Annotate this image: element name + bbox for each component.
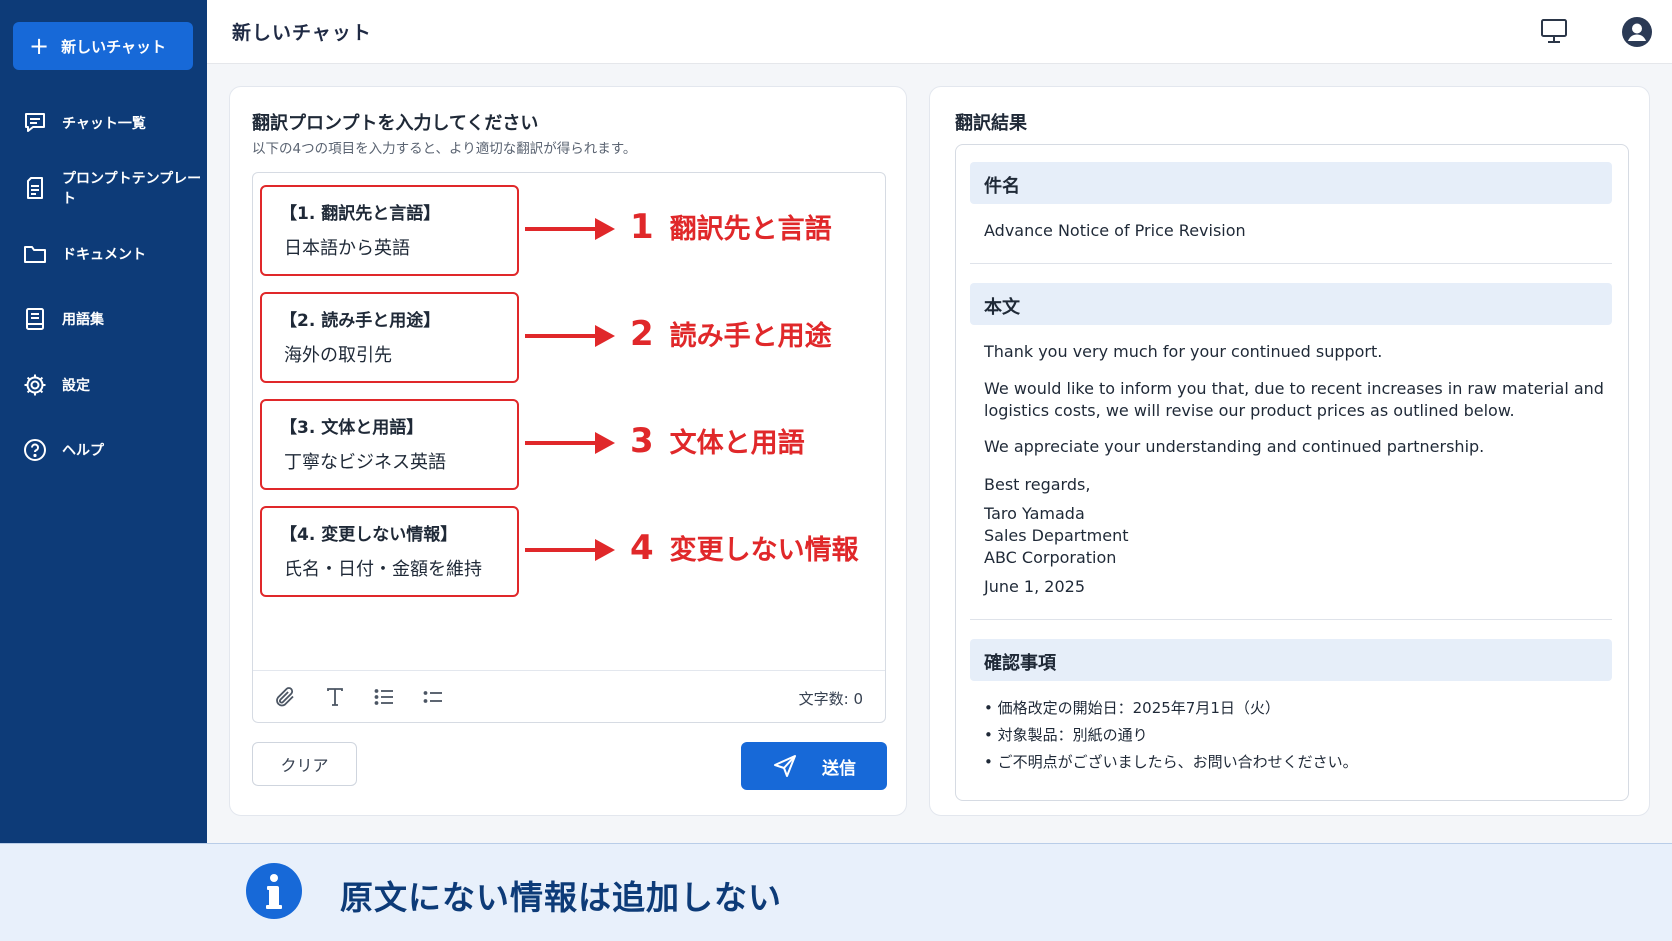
- prompt-item-heading: 【4. 変更しない情報】: [280, 525, 458, 545]
- info-icon: [246, 863, 302, 919]
- glossary-icon: [26, 308, 44, 331]
- send-button[interactable]: 送信: [741, 742, 887, 790]
- prompt-item-box: 【3. 文体と用語】 丁寧なビジネス英語: [260, 399, 519, 490]
- char-count: 文字数: 0: [798, 690, 863, 708]
- sidebar-item-label: プロンプトテンプレート: [62, 171, 202, 208]
- confirm-item: • 価格改定の開始日：2025年7月1日（火）: [984, 699, 1280, 717]
- body-paragraph: Thank you very much for your continued s…: [984, 342, 1383, 361]
- body-paragraph: We would like to inform you that, due to…: [984, 379, 1604, 420]
- monitor-icon[interactable]: [1539, 17, 1569, 45]
- result-panel: 翻訳結果 件名 Advance Notice of Price Revision…: [929, 86, 1650, 816]
- signature-company: ABC Corporation: [984, 548, 1117, 567]
- send-label: 送信: [822, 758, 856, 779]
- sidebar-nav: チャット一覧 プロンプトテンプレート ドキュメント 用語集 設定 ヘルプ: [0, 90, 207, 483]
- clear-button[interactable]: クリア: [252, 742, 357, 786]
- prompt-item-heading: 【1. 翻訳先と言語】: [280, 204, 441, 224]
- help-icon: [24, 439, 46, 462]
- prompt-panel: 翻訳プロンプトを入力してください 以下の4つの項目を入力すると、より適切な翻訳が…: [229, 86, 907, 816]
- gear-icon: [24, 374, 46, 396]
- prompt-item-heading: 【3. 文体と用語】: [280, 418, 424, 438]
- sidebar-item-label: 設定: [62, 377, 90, 394]
- sidebar-item-label: チャット一覧: [62, 115, 146, 132]
- prompt-panel-title: 翻訳プロンプトを入力してください: [252, 113, 539, 134]
- prompt-item-box: 【2. 読み手と用途】 海外の取引先: [260, 292, 519, 383]
- plus-icon: +: [29, 32, 50, 60]
- callout-text: 翻訳先と言語: [669, 214, 832, 245]
- sidebar-item-templates[interactable]: プロンプトテンプレート: [0, 156, 207, 222]
- subject-text: Advance Notice of Price Revision: [984, 221, 1246, 240]
- sidebar-item-label: ヘルプ: [62, 443, 104, 460]
- body-closing: Best regards,: [984, 475, 1091, 494]
- section-heading-body: 本文: [970, 283, 1612, 325]
- callout-text: 読み手と用途: [669, 321, 832, 352]
- prompt-item-heading: 【2. 読み手と用途】: [280, 311, 441, 331]
- signature-name: Taro Yamada: [984, 504, 1085, 523]
- info-banner: 原文にない情報は追加しない: [0, 843, 1672, 941]
- callout-number: 3: [630, 421, 654, 461]
- sidebar-item-documents[interactable]: ドキュメント: [0, 221, 207, 287]
- prompt-item-value: 海外の取引先: [284, 345, 392, 366]
- signature-dept: Sales Department: [984, 526, 1129, 545]
- result-panel-title: 翻訳結果: [955, 113, 1027, 134]
- template-icon: [27, 177, 43, 200]
- callout-number: 2: [630, 314, 654, 354]
- confirm-item: • 対象製品：別紙の通り: [984, 726, 1148, 744]
- sidebar-item-label: 用語集: [62, 312, 104, 329]
- callout-number: 1: [630, 207, 654, 247]
- arrow-right-icon: [525, 539, 615, 561]
- sidebar-item-help[interactable]: ヘルプ: [0, 418, 207, 484]
- editor-toolbar: 文字数: 0: [253, 670, 885, 722]
- prompt-item-value: 丁寧なビジネス英語: [284, 452, 446, 473]
- attachment-icon[interactable]: [273, 685, 297, 709]
- sidebar-item-chat-list[interactable]: チャット一覧: [0, 90, 207, 156]
- callout-text: 文体と用語: [669, 428, 805, 459]
- prompt-panel-subtitle: 以下の4つの項目を入力すると、より適切な翻訳が得られます。: [252, 141, 637, 157]
- info-banner-text: 原文にない情報は追加しない: [340, 878, 782, 917]
- new-chat-button[interactable]: + 新しいチャット: [13, 22, 193, 70]
- arrow-right-icon: [525, 432, 615, 454]
- callout-label: 1 翻訳先と言語: [630, 207, 832, 247]
- text-format-icon[interactable]: [323, 685, 347, 709]
- prompt-item-value: 日本語から英語: [284, 238, 410, 259]
- chat-list-icon: [25, 112, 45, 132]
- section-heading-subject: 件名: [970, 162, 1612, 204]
- divider: [970, 263, 1612, 264]
- confirm-item: • ご不明点がございましたら、お問い合わせください。: [984, 753, 1358, 771]
- sidebar-item-label: ドキュメント: [62, 246, 146, 263]
- divider: [970, 619, 1612, 620]
- result-content: 件名 Advance Notice of Price Revision 本文 T…: [955, 144, 1629, 801]
- arrow-right-icon: [525, 325, 615, 347]
- callout-label: 2 読み手と用途: [630, 314, 832, 354]
- sidebar: + 新しいチャット チャット一覧 プロンプトテンプレート ドキュメント 用語集 …: [0, 0, 207, 843]
- prompt-item-value: 氏名・日付・金額を維持: [284, 559, 482, 580]
- callout-text: 変更しない情報: [669, 535, 859, 566]
- sidebar-item-settings[interactable]: 設定: [0, 352, 207, 418]
- callout-label: 3 文体と用語: [630, 421, 805, 461]
- page-title: 新しいチャット: [232, 22, 372, 44]
- numbered-list-icon[interactable]: [421, 685, 445, 709]
- prompt-item-box: 【4. 変更しない情報】 氏名・日付・金額を維持: [260, 506, 519, 597]
- callout-label: 4 変更しない情報: [630, 528, 859, 568]
- send-icon: [774, 755, 796, 777]
- signature-date: June 1, 2025: [984, 577, 1085, 596]
- section-heading-confirm: 確認事項: [970, 639, 1612, 681]
- sidebar-item-glossary[interactable]: 用語集: [0, 287, 207, 353]
- bullet-list-icon[interactable]: [372, 685, 396, 709]
- folder-icon: [24, 245, 46, 263]
- top-header: 新しいチャット: [207, 0, 1672, 64]
- prompt-editor[interactable]: 【1. 翻訳先と言語】 日本語から英語 1 翻訳先と言語 【2. 読み手と用途】 …: [252, 172, 886, 723]
- avatar[interactable]: [1621, 16, 1653, 48]
- prompt-item-box: 【1. 翻訳先と言語】 日本語から英語: [260, 185, 519, 276]
- new-chat-label: 新しいチャット: [61, 37, 166, 56]
- callout-number: 4: [630, 528, 654, 568]
- body-paragraph: We appreciate your understanding and con…: [984, 437, 1485, 456]
- arrow-right-icon: [525, 218, 615, 240]
